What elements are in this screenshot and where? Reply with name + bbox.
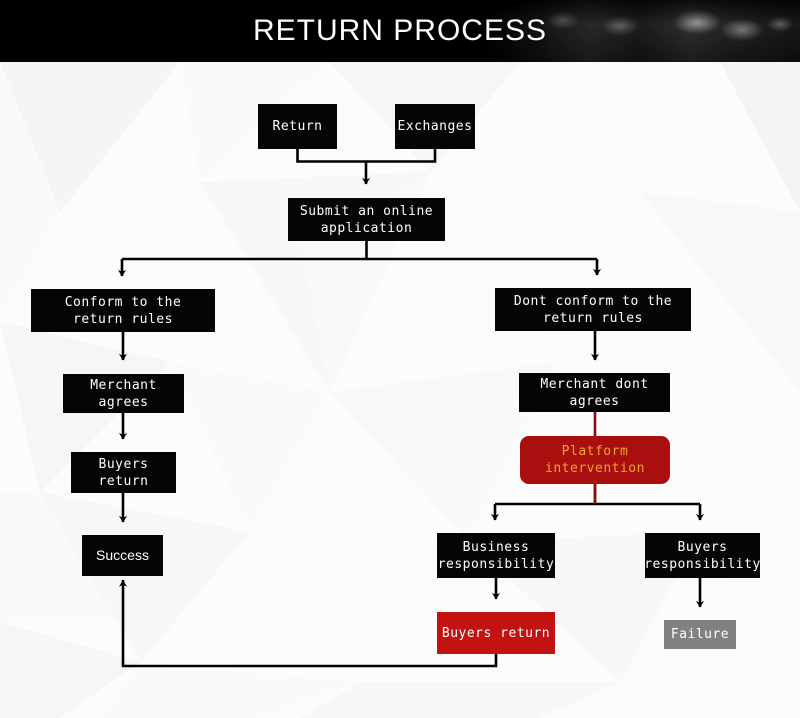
node-conform-to-return-rules[interactable]: Conform to the return rules — [31, 289, 215, 332]
node-submit-online-application[interactable]: Submit an online application — [288, 198, 445, 241]
node-return[interactable]: Return — [258, 104, 337, 149]
node-buyers-return-left[interactable]: Buyers return — [71, 452, 176, 493]
node-buyers-responsibility[interactable]: Buyers responsibility — [644, 533, 760, 578]
node-buyers-return-red[interactable]: Buyers return — [437, 612, 555, 654]
node-platform-intervention[interactable]: Platform intervention — [520, 436, 670, 484]
node-failure[interactable]: Failure — [664, 620, 736, 649]
edge-platform-split-left — [495, 484, 700, 520]
node-merchant-dont-agrees[interactable]: Merchant dont agrees — [519, 373, 670, 412]
node-merchant-agrees[interactable]: Merchant agrees — [63, 374, 184, 413]
node-success[interactable]: Success — [82, 535, 163, 576]
node-exchanges[interactable]: Exchanges — [395, 104, 475, 149]
node-business-responsibility[interactable]: Business responsibility — [437, 533, 555, 578]
node-dont-conform-to-return-rules[interactable]: Dont conform to the return rules — [495, 288, 691, 331]
edge-return-exchanges-merge — [296, 149, 437, 163]
edge-submit-split-left — [122, 241, 597, 276]
